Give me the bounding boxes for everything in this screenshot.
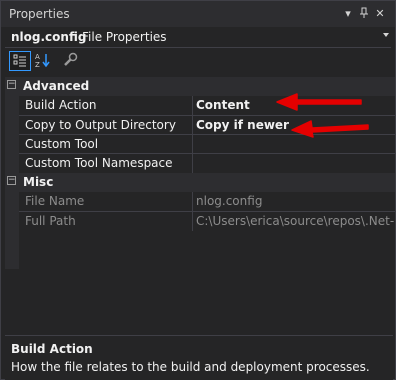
collapse-icon[interactable]: −: [7, 80, 16, 89]
sort-alphabetical-icon: A Z: [35, 53, 50, 69]
close-icon[interactable]: ✕: [373, 7, 387, 21]
category-misc[interactable]: − Misc: [5, 173, 395, 192]
property-row-custom-tool-namespace[interactable]: Custom Tool Namespace: [5, 154, 395, 173]
title-bar: Properties ▾ ✕: [1, 1, 395, 27]
categorized-icon: [13, 54, 26, 67]
property-name: Custom Tool: [25, 137, 99, 151]
category-name: Misc: [23, 175, 54, 189]
column-splitter[interactable]: [192, 192, 193, 231]
alphabetical-button[interactable]: A Z: [33, 51, 55, 71]
property-value: C:\Users\erica\source\repos\.Net-Co: [196, 214, 394, 228]
description-title: Build Action: [11, 342, 93, 356]
property-row-full-path[interactable]: Full Path C:\Users\erica\source\repos\.N…: [5, 212, 395, 231]
window-position-icon[interactable]: ▾: [341, 7, 355, 21]
svg-text:A: A: [35, 53, 40, 61]
property-grid: − Advanced Build Action Content Copy to …: [5, 77, 395, 331]
selected-object-type: File Properties: [82, 30, 167, 44]
description-pane: Build Action How the file relates to the…: [5, 335, 393, 380]
wrench-icon: [64, 52, 78, 66]
column-splitter[interactable]: [192, 96, 193, 173]
pin-icon[interactable]: [357, 7, 371, 21]
property-row-file-name[interactable]: File Name nlog.config: [5, 192, 395, 211]
property-name: File Name: [25, 194, 85, 208]
property-value: nlog.config: [196, 194, 263, 208]
svg-text:Z: Z: [35, 61, 40, 69]
properties-window: Properties ▾ ✕ nlog.config File Properti…: [0, 0, 396, 380]
description-text: How the file relates to the build and de…: [11, 360, 370, 374]
category-name: Advanced: [23, 79, 90, 93]
window-title: Properties: [9, 7, 70, 21]
toolbar: A Z: [5, 49, 391, 75]
object-selector[interactable]: nlog.config File Properties: [5, 27, 391, 48]
property-name: Copy to Output Directory: [25, 118, 176, 132]
property-name: Build Action: [25, 98, 97, 112]
property-name: Custom Tool Namespace: [25, 156, 173, 170]
chevron-down-icon[interactable]: [383, 33, 389, 37]
annotation-arrow: [276, 93, 362, 111]
collapse-icon[interactable]: −: [7, 176, 16, 185]
annotation-arrow: [291, 120, 369, 138]
selected-object-name: nlog.config: [11, 30, 87, 44]
property-pages-button[interactable]: [61, 51, 83, 71]
categorized-button[interactable]: [9, 51, 31, 71]
property-name: Full Path: [25, 214, 76, 228]
